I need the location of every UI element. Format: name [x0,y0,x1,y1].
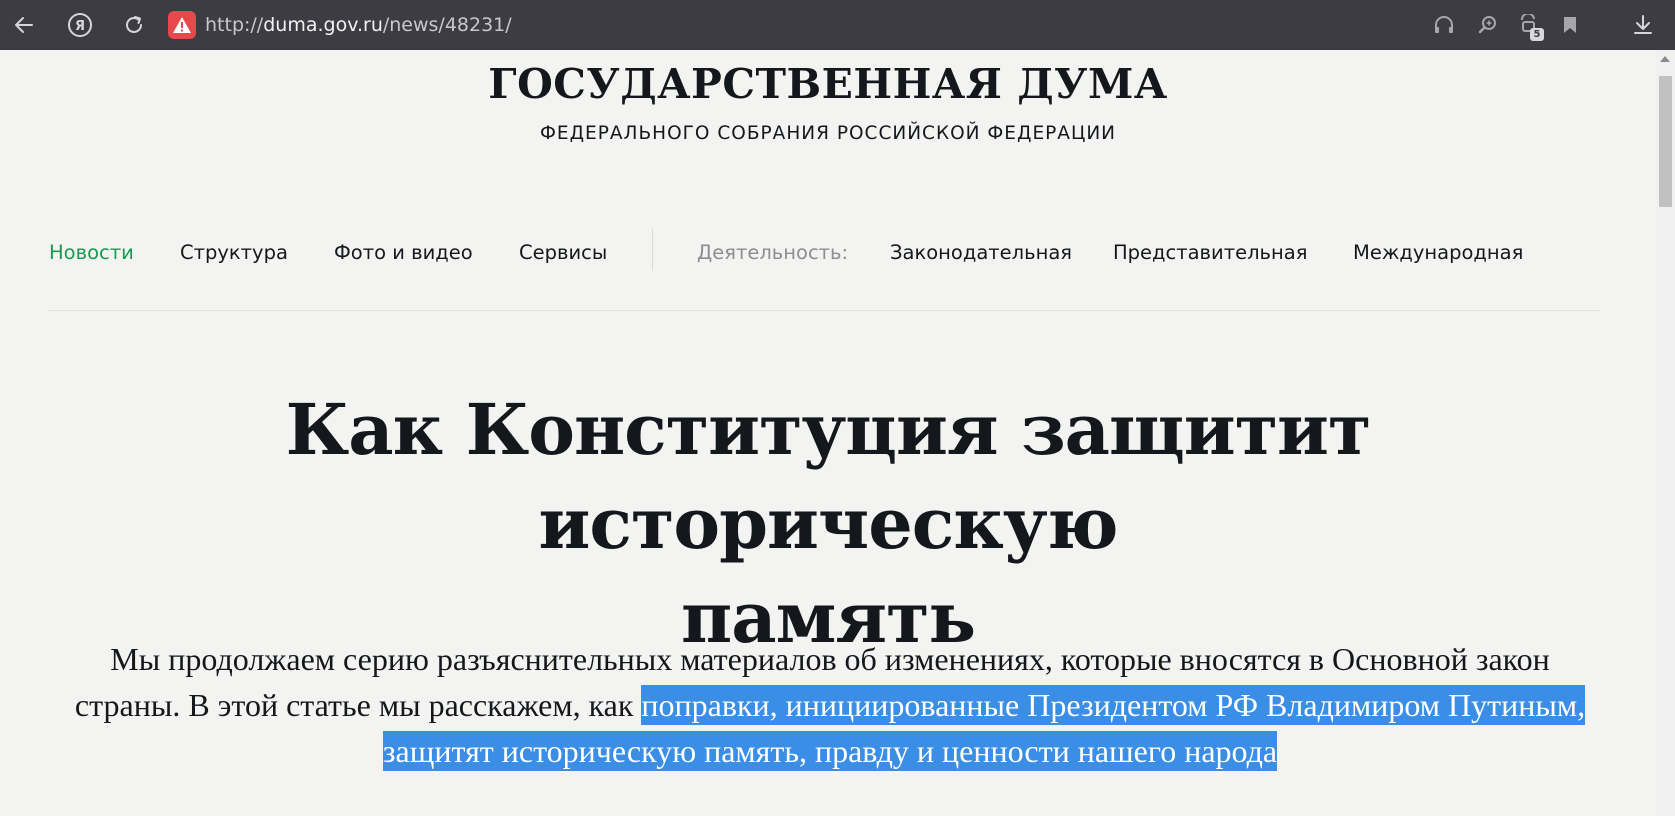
headphones-icon [1435,16,1453,33]
scroll-thumb[interactable] [1659,76,1672,207]
bookmark-button[interactable] [1557,12,1583,38]
yandex-button[interactable]: Я [66,11,94,39]
headline-line-1: Как Конституция защитит историческую [285,388,1372,565]
download-icon [1634,15,1652,34]
translate-zoom-button[interactable] [1475,12,1501,38]
url-path: /news/48231/ [382,14,512,36]
article-headline: Как Конституция защитит историческую пам… [40,383,1616,665]
svg-text:Я: Я [75,19,85,34]
browser-toolbar: Я http://duma.gov.ru/news/48231/ 5 [0,0,1675,50]
reload-icon [126,16,142,33]
address-bar[interactable]: http://duma.gov.ru/news/48231/ [168,10,512,40]
url-host: duma.gov.ru [263,14,383,36]
insecure-connection-badge[interactable] [168,11,196,39]
bookmark-icon [1564,17,1576,33]
page-scrollbar[interactable] [1656,50,1675,816]
zoom-icon [1478,16,1496,34]
yandex-logo-icon: Я [68,13,92,37]
tab-count-badge: 5 [1530,28,1544,41]
article-lead: Мы продолжаем серию разъяснительных мате… [60,636,1600,774]
nav-item-international[interactable]: Международная [1353,241,1523,264]
activity-label: Деятельность: [697,241,849,264]
url-text[interactable]: http://duma.gov.ru/news/48231/ [205,14,512,36]
reader-audio-button[interactable] [1431,12,1457,38]
nav-item-photo-video[interactable]: Фото и видео [334,241,473,264]
nav-item-services[interactable]: Сервисы [519,241,607,264]
nav-divider [652,229,653,271]
warning-icon [173,17,191,33]
tabs-button[interactable]: 5 [1516,12,1544,41]
nav-item-news[interactable]: Новости [49,241,134,264]
back-button[interactable] [10,11,38,39]
arrow-left-icon [15,17,33,33]
nav-separator-line [48,310,1600,311]
downloads-button[interactable] [1630,12,1656,38]
reload-button[interactable] [120,11,148,39]
nav-item-representative[interactable]: Представительная [1113,241,1307,264]
site-subtitle: ФЕДЕРАЛЬНОГО СОБРАНИЯ РОССИЙСКОЙ ФЕДЕРАЦ… [539,123,1116,144]
site-title[interactable]: ГОСУДАРСТВЕННАЯ ДУМА [0,60,1656,108]
nav-item-legislative[interactable]: Законодательная [890,241,1072,264]
url-scheme: http:// [205,14,264,36]
nav-item-structure[interactable]: Структура [180,241,288,264]
scroll-up-arrow-icon[interactable] [1660,56,1670,62]
